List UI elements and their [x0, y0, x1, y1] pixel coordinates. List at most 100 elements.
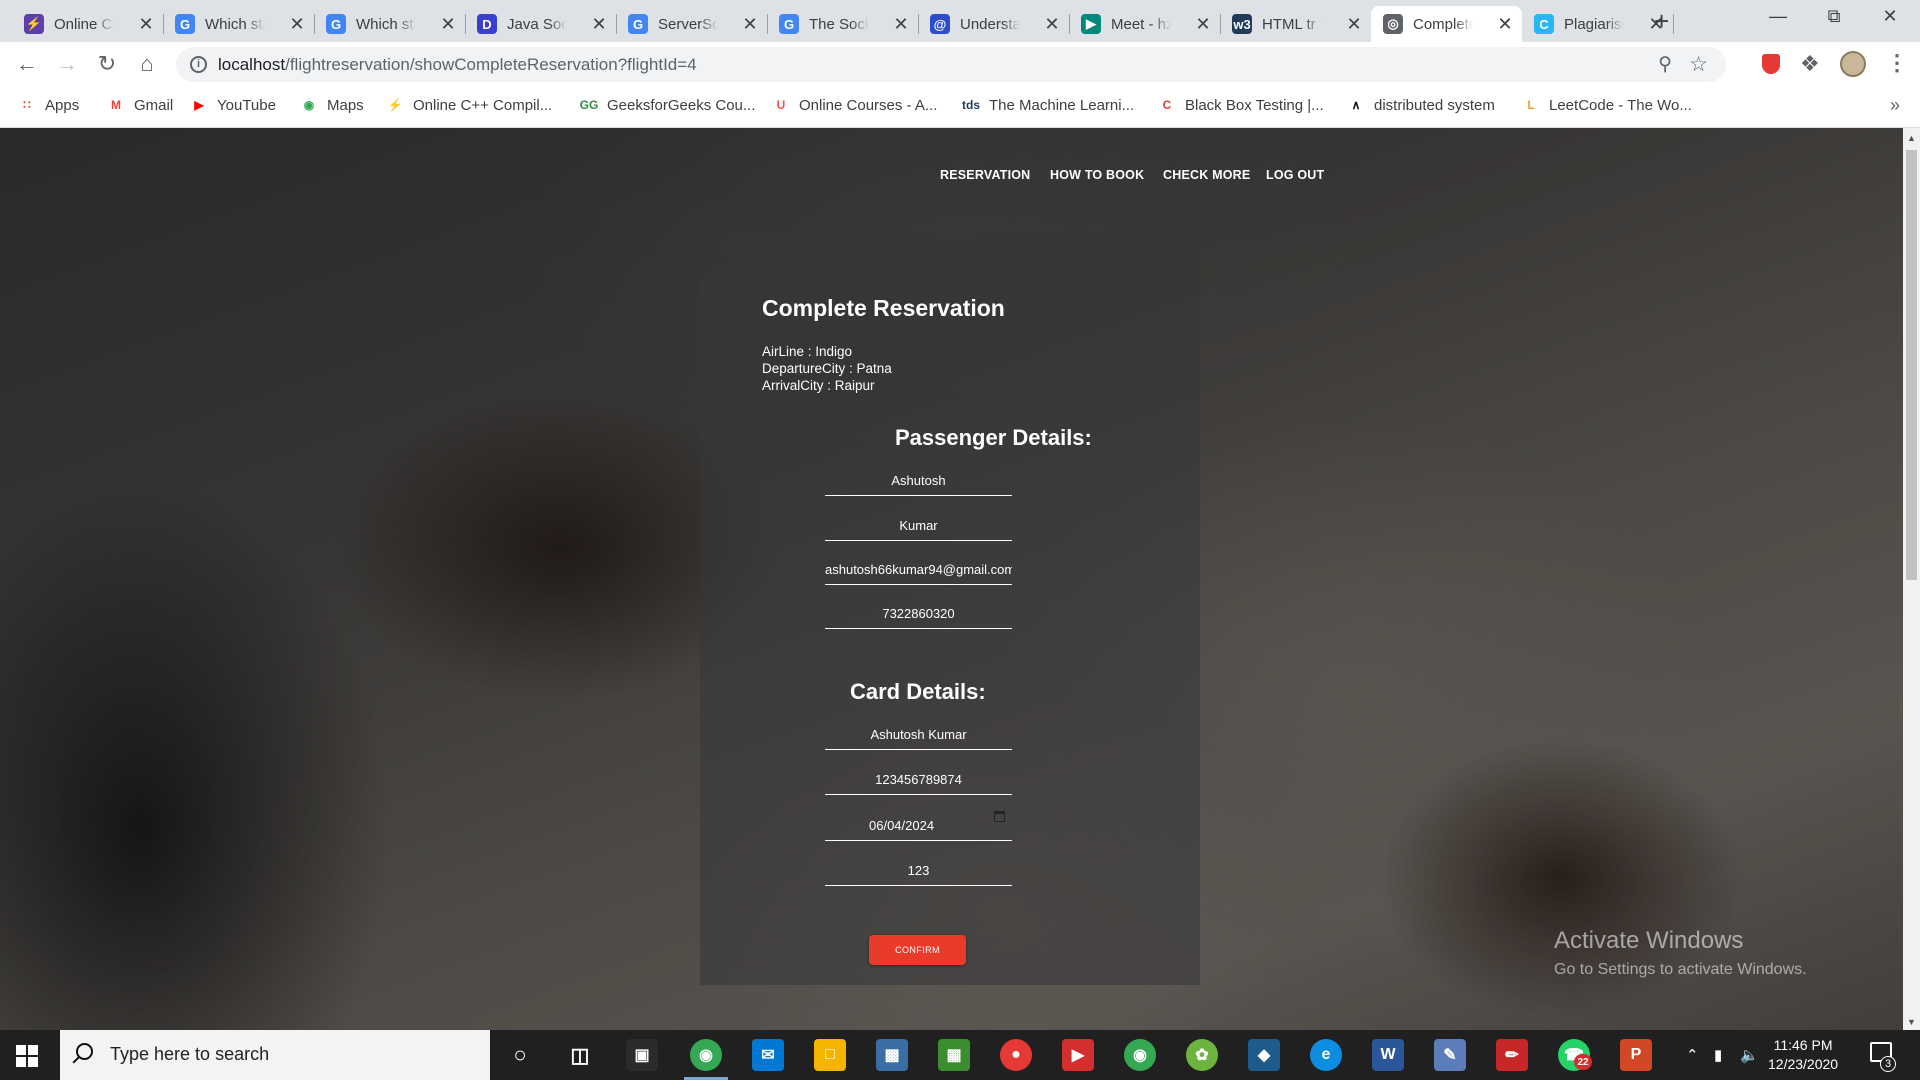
store-icon[interactable]: ▣ [626, 1039, 658, 1071]
bookmark-item[interactable]: L LeetCode - The Wo... [1522, 96, 1692, 114]
antivirus-icon[interactable]: ● [1000, 1039, 1032, 1071]
powerpoint-icon[interactable]: P [1620, 1039, 1652, 1071]
browser-tab[interactable]: G Which statement ✕ [163, 6, 315, 42]
taskbar-search-box[interactable]: Type here to search [60, 1030, 490, 1080]
last-name-input[interactable] [825, 511, 1012, 541]
bookmark-item[interactable]: C Black Box Testing |... [1158, 96, 1324, 114]
tab-close-icon[interactable]: ✕ [1496, 15, 1514, 33]
tab-close-icon[interactable]: ✕ [1194, 15, 1212, 33]
tab-favicon-icon: w3 [1232, 14, 1252, 34]
word-icon[interactable]: W [1372, 1039, 1404, 1071]
browser-tab[interactable]: ◎ Complete ✕ [1371, 6, 1522, 42]
media-icon[interactable]: ▶ [1062, 1039, 1094, 1071]
confirm-button[interactable]: CONFIRM [869, 935, 966, 965]
task-view-icon[interactable]: ◫ [564, 1039, 596, 1071]
windows-start-icon[interactable] [16, 1045, 38, 1067]
phone-input[interactable] [825, 599, 1012, 629]
home-icon[interactable]: ⌂ [134, 52, 160, 76]
scroll-down-icon[interactable]: ▼ [1907, 1017, 1916, 1027]
tab-favicon-icon: G [628, 14, 648, 34]
expiry-date-input[interactable] [825, 811, 1012, 841]
volume-icon[interactable]: 🔈 [1740, 1046, 1759, 1064]
browser-menu-icon[interactable]: ⋮ [1886, 50, 1908, 76]
browser-tab[interactable]: D Java Socket ✕ [465, 6, 617, 42]
browser-tab[interactable]: w3 HTML tr Tag ✕ [1220, 6, 1371, 42]
card-number-input[interactable] [825, 765, 1012, 795]
browser-tab[interactable]: G Which statement ✕ [314, 6, 466, 42]
computer-icon[interactable]: ▩ [876, 1039, 908, 1071]
zoom-icon[interactable]: ⚲ [1658, 53, 1672, 76]
browser-tab[interactable]: @ Understanding ✕ [918, 6, 1070, 42]
close-window-icon[interactable]: ✕ [1870, 6, 1910, 27]
minimize-icon[interactable]: — [1758, 6, 1798, 27]
nav-check-more[interactable]: CHECK MORE [1163, 168, 1250, 182]
tab-title: Plagiarism [1564, 15, 1624, 33]
battery-icon[interactable]: ▮ [1714, 1046, 1722, 1064]
bookmark-item[interactable]: tds The Machine Learni... [962, 96, 1134, 114]
tab-title: Which statement [356, 15, 416, 33]
mysql-workbench-icon[interactable]: ◆ [1248, 1039, 1280, 1071]
extensions-puzzle-icon[interactable]: ❖ [1800, 51, 1820, 77]
edge-icon[interactable]: e [1310, 1039, 1342, 1071]
calendar-icon[interactable] [994, 811, 1005, 822]
restore-icon[interactable]: ⧉ [1814, 6, 1854, 27]
first-name-input[interactable] [825, 466, 1012, 496]
profile-avatar[interactable] [1840, 51, 1866, 77]
browser-tab[interactable]: ⚡ Online C++ ✕ [12, 6, 164, 42]
browser-tab[interactable]: CPlagiarism✕ [1522, 6, 1674, 42]
taskbar-clock[interactable]: 11:46 PM 12/23/2020 [1768, 1036, 1838, 1074]
card-name-input[interactable] [825, 720, 1012, 750]
browser-tab[interactable]: G The Socket ✕ [767, 6, 919, 42]
tab-close-icon[interactable]: ✕ [590, 15, 608, 33]
tab-close-icon[interactable]: ✕ [137, 15, 155, 33]
bookmark-item[interactable]: ∧ distributed system [1347, 96, 1495, 114]
bookmark-item[interactable]: GG GeeksforGeeks Cou... [580, 96, 756, 114]
email-input[interactable] [825, 555, 1012, 585]
tab-close-icon[interactable]: ✕ [892, 15, 910, 33]
spreadsheet-icon[interactable]: ▦ [938, 1039, 970, 1071]
page-scrollbar[interactable]: ▲ ▼ [1903, 128, 1920, 1030]
pdf-reader-icon[interactable]: ✏ [1496, 1039, 1528, 1071]
shield-extension-icon[interactable] [1762, 54, 1780, 74]
scroll-thumb[interactable] [1906, 150, 1917, 580]
chrome-profile-icon[interactable]: ◉ [1124, 1039, 1156, 1071]
tab-close-icon[interactable]: ✕ [288, 15, 306, 33]
mail-icon[interactable]: ✉ [752, 1039, 784, 1071]
bookmark-item[interactable]: ▶ YouTube [190, 96, 276, 114]
tab-close-icon[interactable]: ✕ [1345, 15, 1363, 33]
tab-title: Understanding [960, 15, 1020, 33]
reservation-form-panel: Complete Reservation AirLine : Indigo De… [700, 233, 1200, 985]
nav-log-out[interactable]: LOG OUT [1266, 168, 1324, 182]
bookmark-item[interactable]: M Gmail [107, 96, 173, 114]
more-bookmarks-icon[interactable]: » [1890, 95, 1900, 116]
site-info-icon[interactable]: i [190, 56, 207, 73]
windows-taskbar: Type here to search ○ ◫ ▣ ◉ ✉ □ ▩ ▦ ● ▶ … [0, 1030, 1920, 1080]
scroll-up-icon[interactable]: ▲ [1907, 133, 1916, 143]
bookmark-item[interactable]: ◉ Maps [300, 96, 364, 114]
bookmark-item[interactable]: ⚡ Online C++ Compil... [386, 96, 553, 114]
tab-close-icon[interactable]: ✕ [1043, 15, 1061, 33]
back-icon[interactable]: ← [14, 52, 40, 76]
address-bar[interactable]: i localhost/flightreservation/showComple… [176, 47, 1726, 82]
new-tab-button[interactable]: + [1654, 8, 1669, 34]
tab-close-icon[interactable]: ✕ [741, 15, 759, 33]
paint-icon[interactable]: ✎ [1434, 1039, 1466, 1071]
cvv-input[interactable] [825, 856, 1012, 886]
bookmark-star-icon[interactable]: ☆ [1689, 52, 1708, 77]
browser-tab[interactable]: ▶ Meet - hzj ✕ [1069, 6, 1221, 42]
reload-icon[interactable]: ↻ [94, 52, 120, 76]
forward-icon[interactable]: → [54, 52, 80, 76]
tab-close-icon[interactable]: ✕ [439, 15, 457, 33]
file-explorer-icon[interactable]: □ [814, 1039, 846, 1071]
cortana-icon[interactable]: ○ [504, 1039, 536, 1071]
bookmark-item[interactable]: ∷ Apps [18, 96, 79, 114]
tab-title: The Socket [809, 15, 869, 33]
bookmark-item[interactable]: U Online Courses - A... [772, 96, 938, 114]
tab-favicon-icon: G [326, 14, 346, 34]
chrome-icon[interactable]: ◉ [690, 1039, 722, 1071]
nav-reservation[interactable]: RESERVATION [940, 168, 1030, 182]
tray-chevron-icon[interactable]: ⌃ [1686, 1046, 1699, 1064]
spring-tool-icon[interactable]: ✿ [1186, 1039, 1218, 1071]
nav-how-to-book[interactable]: HOW TO BOOK [1050, 168, 1144, 182]
browser-tab[interactable]: G ServerSocket ✕ [616, 6, 768, 42]
